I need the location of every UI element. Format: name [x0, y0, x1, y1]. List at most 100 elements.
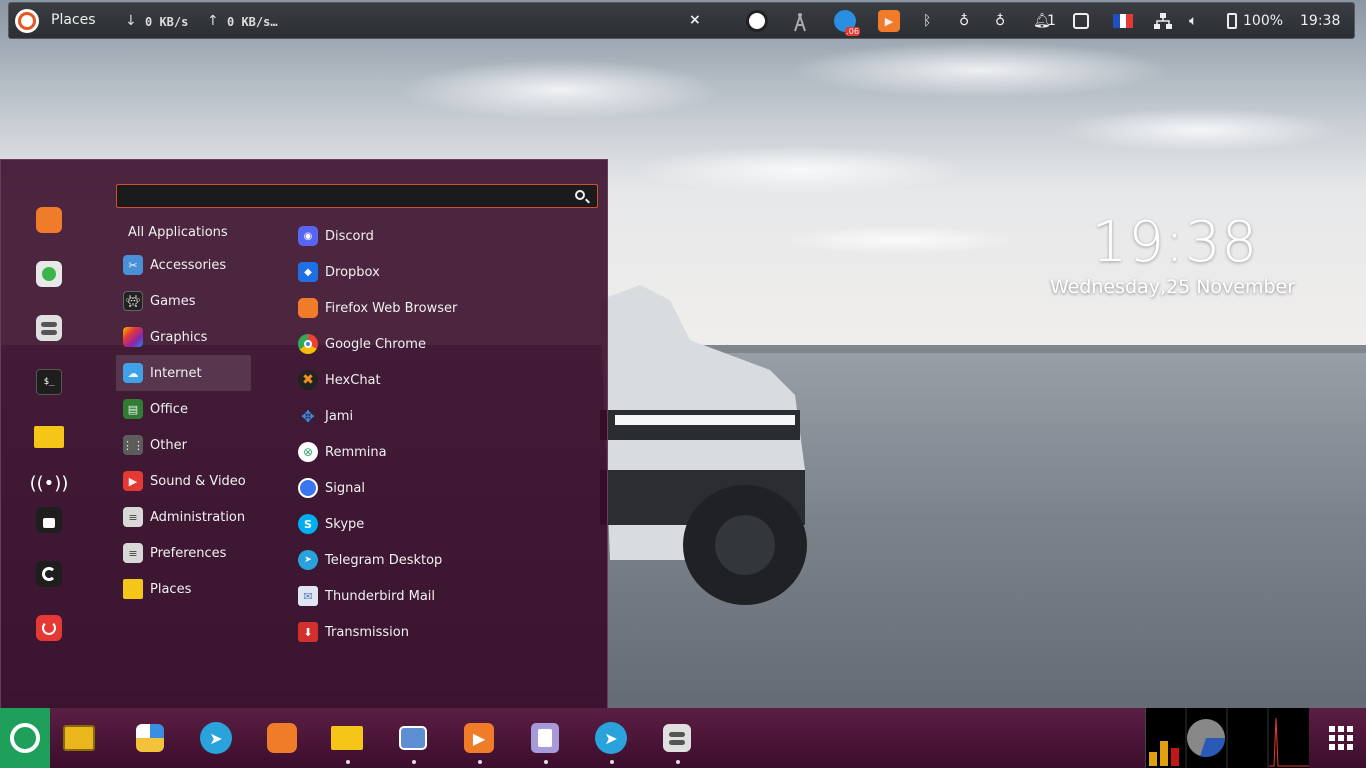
category-all-applications[interactable]: All Applications [128, 225, 228, 240]
volume-muted-icon[interactable]: 🔈︎ [1189, 9, 1197, 33]
category-preferences[interactable]: ≡ Preferences [116, 535, 251, 571]
category-graphics[interactable]: Graphics [116, 319, 251, 355]
network-icon[interactable] [1153, 9, 1173, 33]
category-sound-video[interactable]: ▶ Sound & Video [116, 463, 251, 499]
fav-power[interactable] [34, 613, 64, 643]
chrome-icon [298, 334, 318, 354]
search-input[interactable] [125, 187, 565, 205]
terminal-icon: $_ [36, 369, 62, 395]
other-icon: ⋮⋮ [122, 435, 144, 455]
application-menu: $_ ((•)) All Applications ✂ Accessories 👾… [0, 159, 608, 709]
dock-settings[interactable] [661, 722, 693, 754]
sound-video-icon: ▶ [123, 471, 143, 491]
logout-icon [36, 561, 62, 587]
weather-badge-icon[interactable]: .06 [834, 9, 860, 36]
system-monitor[interactable] [1145, 708, 1309, 768]
bluetooth-icon[interactable]: ᛒ [923, 9, 931, 33]
dock-files[interactable] [63, 722, 95, 754]
fav-settings[interactable] [34, 313, 64, 343]
search-box[interactable] [116, 184, 598, 208]
category-accessories[interactable]: ✂ Accessories [116, 247, 251, 283]
app-discord[interactable]: ◉ Discord [297, 218, 577, 254]
app-telegram-desktop[interactable]: ➤ Telegram Desktop [297, 542, 577, 578]
fav-logout[interactable] [34, 559, 64, 589]
app-signal[interactable]: Signal [297, 470, 577, 506]
favorites-bar: $_ ((•)) [1, 160, 97, 708]
search-icon[interactable] [575, 190, 585, 200]
dock-telegram-2[interactable]: ➤ [595, 722, 627, 754]
app-remmina[interactable]: ⊗ Remmina [297, 434, 577, 470]
app-label: Discord [325, 228, 374, 244]
fav-app-grid[interactable] [34, 259, 64, 289]
dock-camera[interactable] [397, 722, 429, 754]
bottom-dock: ➤ ▶ ➤ [0, 708, 1366, 768]
fav-files[interactable] [34, 422, 64, 452]
app-label: Skype [325, 516, 365, 532]
camera-icon [399, 726, 427, 750]
close-icon[interactable]: × [689, 12, 701, 28]
app-transmission[interactable]: ⬇ Transmission [297, 614, 577, 650]
office-icon: ▤ [123, 399, 143, 419]
dock-telegram[interactable]: ➤ [200, 722, 232, 754]
top-panel: Places ↓ 0 KB/s ↑ 0 KB/s… × .06 ▶ ᛒ ♁ ♁ … [8, 2, 1355, 39]
bulb-icon[interactable]: ♁ [959, 9, 969, 33]
app-jami[interactable]: ✥ Jami [297, 398, 577, 434]
jami-icon: ✥ [301, 406, 315, 426]
download-arrow-icon: ↓ [125, 13, 137, 29]
keyboard-layout-flag-icon[interactable] [1113, 9, 1134, 33]
hexchat-icon: ✖ [298, 370, 318, 390]
desktop-clock-time: 19:38 [1091, 210, 1259, 275]
category-office[interactable]: ▤ Office [116, 391, 251, 427]
fav-terminal[interactable]: $_ [34, 367, 64, 397]
internet-icon: ☁ [123, 363, 143, 383]
weather-badge-text: .06 [845, 27, 860, 36]
dock-media-player[interactable]: ▶ [463, 722, 495, 754]
running-indicator [544, 760, 548, 764]
app-hexchat[interactable]: ✖ HexChat [297, 362, 577, 398]
app-thunderbird-mail[interactable]: ✉ Thunderbird Mail [297, 578, 577, 614]
dock-text-editor[interactable] [529, 722, 561, 754]
upload-speed: 0 KB/s… [227, 15, 278, 29]
fav-firefox[interactable] [34, 205, 64, 235]
running-indicator [676, 760, 680, 764]
media-player-icon[interactable]: ▶ [878, 9, 900, 33]
start-menu-button[interactable] [0, 708, 50, 768]
category-games[interactable]: 👾︎ Games [116, 283, 251, 319]
app-label: Firefox Web Browser [325, 300, 458, 316]
cpu-bar [1160, 741, 1168, 766]
fav-broadcast[interactable]: ((•)) [30, 468, 69, 498]
places-menu[interactable]: Places [51, 12, 96, 28]
ubuntu-logo-icon[interactable] [15, 9, 39, 33]
notifications-count: 1 [1047, 13, 1056, 29]
firefox-icon [36, 207, 62, 233]
dock-firefox[interactable] [266, 722, 298, 754]
battery-icon[interactable] [1227, 9, 1237, 33]
places-folder-icon [123, 579, 143, 599]
panel-clock[interactable]: 19:38 [1300, 13, 1340, 29]
category-internet[interactable]: ☁ Internet [116, 355, 251, 391]
app-google-chrome[interactable]: Google Chrome [297, 326, 577, 362]
dock-collage[interactable] [134, 722, 166, 754]
bulb-outline-icon[interactable]: ♁ [995, 9, 1005, 33]
signal-tower-icon[interactable] [789, 9, 811, 33]
category-label: Other [150, 437, 187, 453]
category-label: Accessories [150, 257, 227, 273]
media-player-icon: ▶ [464, 723, 494, 753]
alarm-clock-icon[interactable] [746, 9, 768, 33]
screenshot-icon[interactable] [1073, 9, 1089, 33]
category-administration[interactable]: ≡ Administration [116, 499, 251, 535]
show-applications-icon[interactable] [1329, 726, 1353, 750]
app-dropbox[interactable]: ◆ Dropbox [297, 254, 577, 290]
category-other[interactable]: ⋮⋮ Other [116, 427, 251, 463]
app-label: Signal [325, 480, 365, 496]
app-skype[interactable]: S Skype [297, 506, 577, 542]
category-places[interactable]: Places [116, 571, 251, 607]
category-label: Places [150, 581, 192, 597]
firefox-icon [267, 723, 297, 753]
app-label: Google Chrome [325, 336, 426, 352]
app-firefox[interactable]: Firefox Web Browser [297, 290, 577, 326]
games-icon: 👾︎ [123, 291, 143, 311]
dock-folder[interactable] [331, 722, 363, 754]
discord-icon: ◉ [298, 226, 318, 246]
fav-lock-screen[interactable] [34, 505, 64, 535]
